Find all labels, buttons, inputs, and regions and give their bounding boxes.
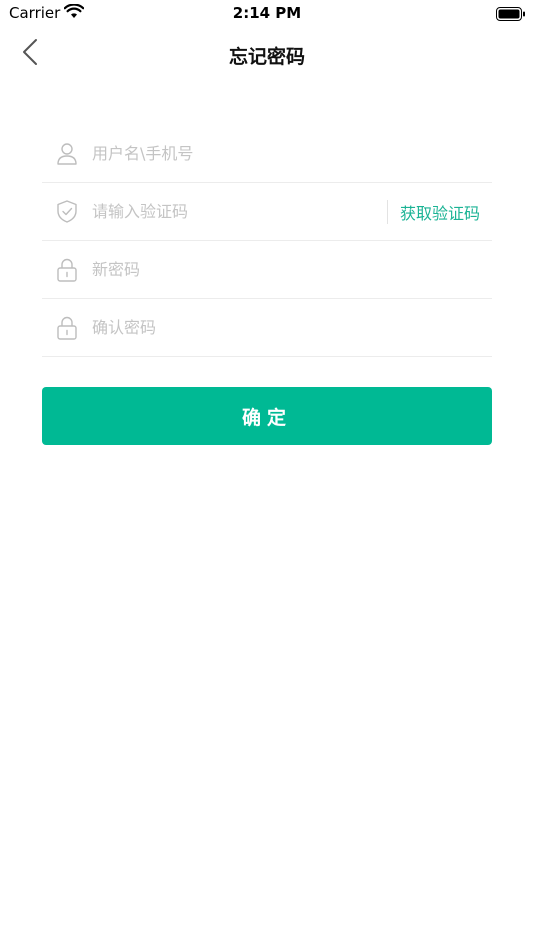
verify-code-input[interactable] [92,183,387,240]
verify-code-field-row: 获取验证码 [42,183,492,241]
confirm-password-field-row [42,299,492,357]
status-bar: Carrier 2:14 PM [0,0,534,28]
confirm-password-input[interactable] [92,299,492,356]
page-title: 忘记密码 [228,46,305,68]
get-code-button[interactable]: 获取验证码 [400,200,480,224]
new-password-field-row [42,241,492,299]
lock-icon [56,316,78,340]
new-password-input[interactable] [92,241,492,298]
username-field-row [42,125,492,183]
lock-icon [56,258,78,282]
confirm-button[interactable]: 确定 [42,387,492,445]
nav-bar: 忘记密码 [0,28,534,80]
divider [386,199,388,224]
battery-icon [496,6,526,25]
user-icon [56,142,78,166]
shield-check-icon [56,200,78,224]
status-time: 2:14 PM [232,4,302,22]
username-input[interactable] [92,125,492,182]
reset-password-form: 获取验证码 [42,125,492,357]
